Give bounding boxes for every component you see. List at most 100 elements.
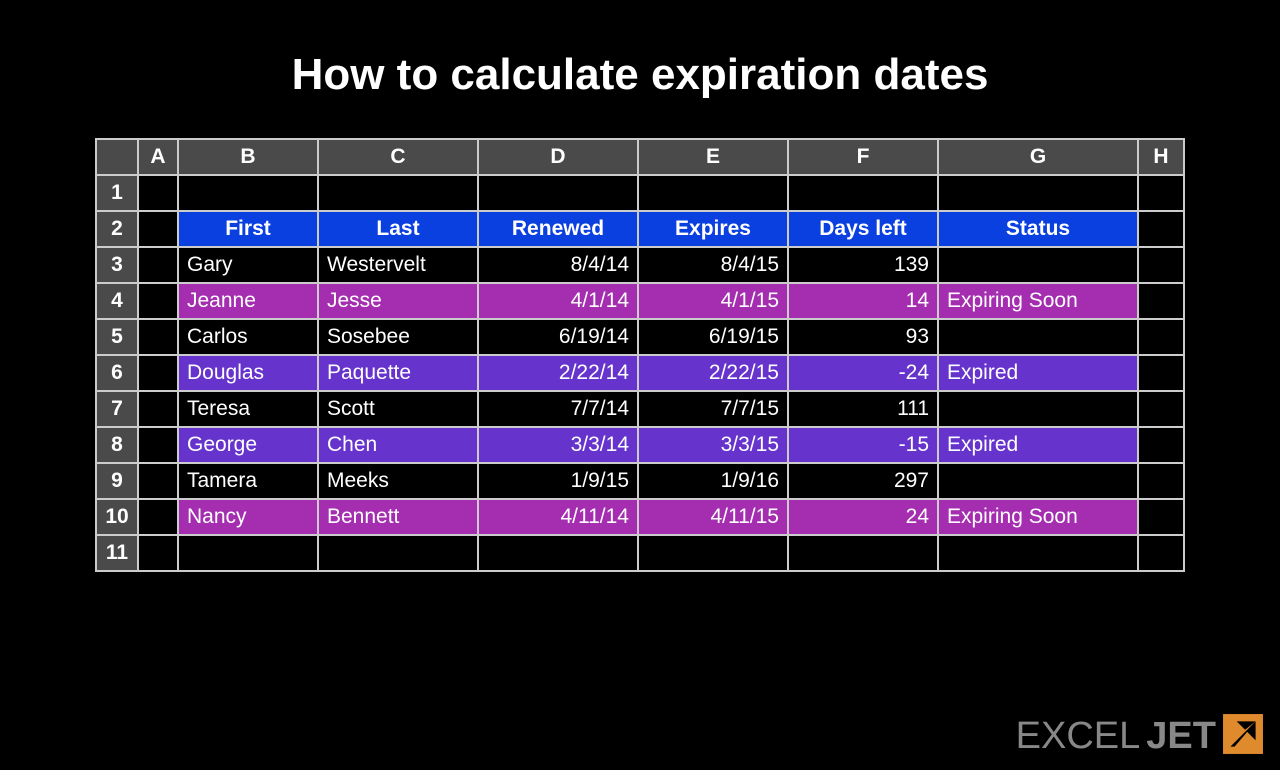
cell[interactable] <box>138 283 178 319</box>
cell-first[interactable]: Jeanne <box>178 283 318 319</box>
cell[interactable] <box>138 355 178 391</box>
cell-last[interactable]: Paquette <box>318 355 478 391</box>
cell-expires[interactable]: 4/11/15 <box>638 499 788 535</box>
cell[interactable] <box>1138 355 1184 391</box>
row-header[interactable]: 3 <box>96 247 138 283</box>
cell-first[interactable]: Tamera <box>178 463 318 499</box>
cell[interactable] <box>138 463 178 499</box>
cell[interactable] <box>478 175 638 211</box>
cell-last[interactable]: Bennett <box>318 499 478 535</box>
cell-renewed[interactable]: 6/19/14 <box>478 319 638 355</box>
row-header[interactable]: 6 <box>96 355 138 391</box>
cell-expires[interactable]: 6/19/15 <box>638 319 788 355</box>
cell[interactable] <box>138 535 178 571</box>
cell-daysleft[interactable]: 111 <box>788 391 938 427</box>
cell-status[interactable]: Expired <box>938 355 1138 391</box>
cell[interactable] <box>788 175 938 211</box>
cell-status[interactable]: Expiring Soon <box>938 499 1138 535</box>
cell[interactable] <box>638 175 788 211</box>
cell[interactable] <box>638 535 788 571</box>
cell-renewed[interactable]: 7/7/14 <box>478 391 638 427</box>
row-header[interactable]: 5 <box>96 319 138 355</box>
cell[interactable] <box>138 247 178 283</box>
cell-renewed[interactable]: 8/4/14 <box>478 247 638 283</box>
cell-last[interactable]: Jesse <box>318 283 478 319</box>
row-header[interactable]: 1 <box>96 175 138 211</box>
col-header-H[interactable]: H <box>1138 139 1184 175</box>
cell-renewed[interactable]: 1/9/15 <box>478 463 638 499</box>
cell-first[interactable]: Gary <box>178 247 318 283</box>
cell-last[interactable]: Scott <box>318 391 478 427</box>
cell-status[interactable] <box>938 247 1138 283</box>
cell-first[interactable]: Carlos <box>178 319 318 355</box>
header-first[interactable]: First <box>178 211 318 247</box>
cell[interactable] <box>1138 283 1184 319</box>
cell[interactable] <box>138 391 178 427</box>
cell[interactable] <box>138 175 178 211</box>
cell-daysleft[interactable]: 139 <box>788 247 938 283</box>
col-header-F[interactable]: F <box>788 139 938 175</box>
header-daysleft[interactable]: Days left <box>788 211 938 247</box>
cell-last[interactable]: Chen <box>318 427 478 463</box>
cell-expires[interactable]: 1/9/16 <box>638 463 788 499</box>
col-header-A[interactable]: A <box>138 139 178 175</box>
cell-daysleft[interactable]: 14 <box>788 283 938 319</box>
cell[interactable] <box>1138 535 1184 571</box>
col-header-C[interactable]: C <box>318 139 478 175</box>
cell-expires[interactable]: 4/1/15 <box>638 283 788 319</box>
cell-expires[interactable]: 2/22/15 <box>638 355 788 391</box>
cell-daysleft[interactable]: 297 <box>788 463 938 499</box>
cell-first[interactable]: Douglas <box>178 355 318 391</box>
header-expires[interactable]: Expires <box>638 211 788 247</box>
cell[interactable] <box>1138 319 1184 355</box>
header-renewed[interactable]: Renewed <box>478 211 638 247</box>
cell-renewed[interactable]: 2/22/14 <box>478 355 638 391</box>
cell-status[interactable] <box>938 463 1138 499</box>
col-header-B[interactable]: B <box>178 139 318 175</box>
cell[interactable] <box>1138 175 1184 211</box>
cell[interactable] <box>138 319 178 355</box>
cell-renewed[interactable]: 3/3/14 <box>478 427 638 463</box>
row-header[interactable]: 11 <box>96 535 138 571</box>
cell-first[interactable]: Nancy <box>178 499 318 535</box>
cell[interactable] <box>318 535 478 571</box>
cell[interactable] <box>138 427 178 463</box>
col-header-E[interactable]: E <box>638 139 788 175</box>
cell-status[interactable]: Expired <box>938 427 1138 463</box>
cell[interactable] <box>178 535 318 571</box>
cell-expires[interactable]: 3/3/15 <box>638 427 788 463</box>
cell[interactable] <box>178 175 318 211</box>
row-header[interactable]: 10 <box>96 499 138 535</box>
cell[interactable] <box>938 535 1138 571</box>
cell[interactable] <box>1138 211 1184 247</box>
cell[interactable] <box>478 535 638 571</box>
header-last[interactable]: Last <box>318 211 478 247</box>
cell-renewed[interactable]: 4/11/14 <box>478 499 638 535</box>
cell[interactable] <box>138 211 178 247</box>
cell[interactable] <box>938 175 1138 211</box>
cell[interactable] <box>138 499 178 535</box>
cell-status[interactable]: Expiring Soon <box>938 283 1138 319</box>
cell[interactable] <box>788 535 938 571</box>
row-header[interactable]: 7 <box>96 391 138 427</box>
cell[interactable] <box>1138 463 1184 499</box>
cell[interactable] <box>1138 391 1184 427</box>
row-header[interactable]: 2 <box>96 211 138 247</box>
row-header[interactable]: 4 <box>96 283 138 319</box>
cell-status[interactable] <box>938 319 1138 355</box>
cell-renewed[interactable]: 4/1/14 <box>478 283 638 319</box>
row-header[interactable]: 8 <box>96 427 138 463</box>
cell-last[interactable]: Sosebee <box>318 319 478 355</box>
cell-daysleft[interactable]: 93 <box>788 319 938 355</box>
cell-last[interactable]: Westervelt <box>318 247 478 283</box>
cell-daysleft[interactable]: 24 <box>788 499 938 535</box>
cell[interactable] <box>318 175 478 211</box>
col-header-D[interactable]: D <box>478 139 638 175</box>
cell-first[interactable]: Teresa <box>178 391 318 427</box>
cell-daysleft[interactable]: -24 <box>788 355 938 391</box>
col-header-G[interactable]: G <box>938 139 1138 175</box>
cell-expires[interactable]: 7/7/15 <box>638 391 788 427</box>
cell-expires[interactable]: 8/4/15 <box>638 247 788 283</box>
cell-daysleft[interactable]: -15 <box>788 427 938 463</box>
cell[interactable] <box>1138 499 1184 535</box>
